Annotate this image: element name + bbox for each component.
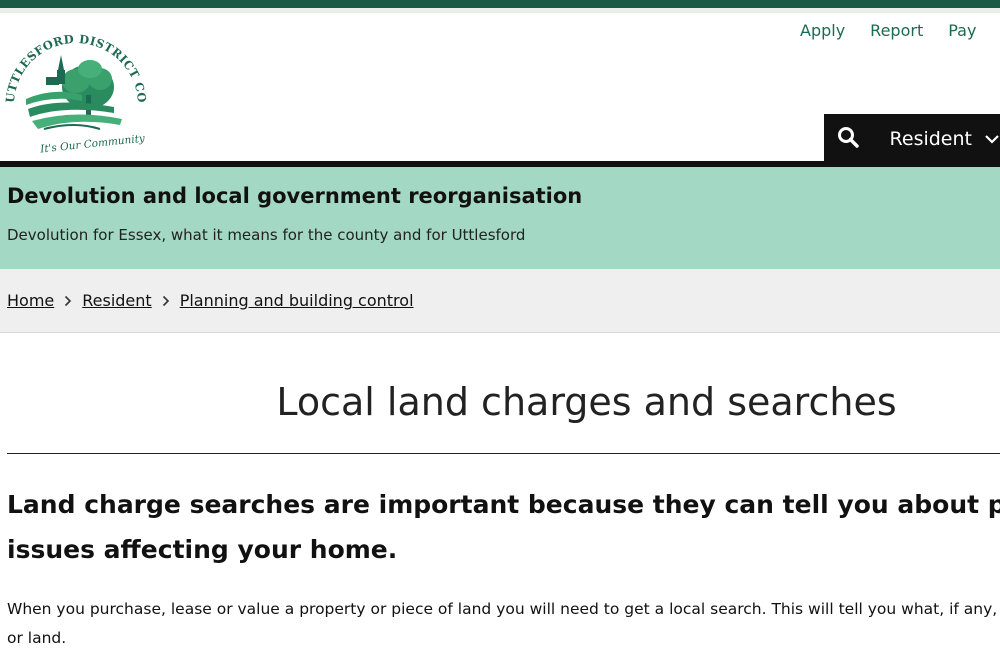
chevron-right-icon: [162, 295, 170, 307]
main-nav: Resident: [824, 114, 1000, 164]
breadcrumb-resident[interactable]: Resident: [82, 291, 151, 310]
alert-banner: Devolution and local government reorgani…: [0, 167, 1000, 269]
utility-nav: Apply Report Pay M: [800, 21, 1000, 40]
title-divider: [7, 453, 1000, 454]
alert-title[interactable]: Devolution and local government reorgani…: [7, 184, 582, 208]
menu-resident[interactable]: Resident: [872, 128, 1000, 150]
nav-link-pay[interactable]: Pay: [948, 21, 976, 40]
search-button[interactable]: [824, 114, 872, 164]
page-title: Local land charges and searches: [276, 380, 897, 424]
lead-line-1: Land charge searches are important becau…: [7, 490, 1000, 519]
site-header: UTTLESFORD DISTRICT COUNCIL It's Our Com…: [0, 13, 1000, 164]
nav-link-report[interactable]: Report: [870, 21, 923, 40]
chevron-right-icon: [64, 295, 72, 307]
nav-link-apply[interactable]: Apply: [800, 21, 845, 40]
logo-tagline: It's Our Community: [39, 132, 147, 153]
lead-line-2: issues affecting your home.: [7, 535, 398, 564]
body-line-2: or land.: [7, 629, 67, 647]
page: UTTLESFORD DISTRICT COUNCIL It's Our Com…: [0, 0, 1000, 668]
council-logo[interactable]: UTTLESFORD DISTRICT COUNCIL It's Our Com…: [0, 14, 149, 156]
top-stripe: [0, 0, 1000, 13]
breadcrumb-home[interactable]: Home: [7, 291, 54, 310]
body-line-1: When you purchase, lease or value a prop…: [7, 600, 1000, 618]
alert-text: Devolution for Essex, what it means for …: [7, 226, 526, 244]
chevron-down-icon: [984, 128, 1000, 150]
search-icon: [837, 126, 859, 152]
breadcrumb: Home Resident Planning and building cont…: [0, 269, 1000, 333]
lead-paragraph: Land charge searches are important becau…: [7, 482, 1000, 572]
body-paragraph: When you purchase, lease or value a prop…: [7, 595, 1000, 653]
breadcrumb-planning[interactable]: Planning and building control: [180, 291, 414, 310]
menu-resident-label: Resident: [889, 128, 972, 150]
